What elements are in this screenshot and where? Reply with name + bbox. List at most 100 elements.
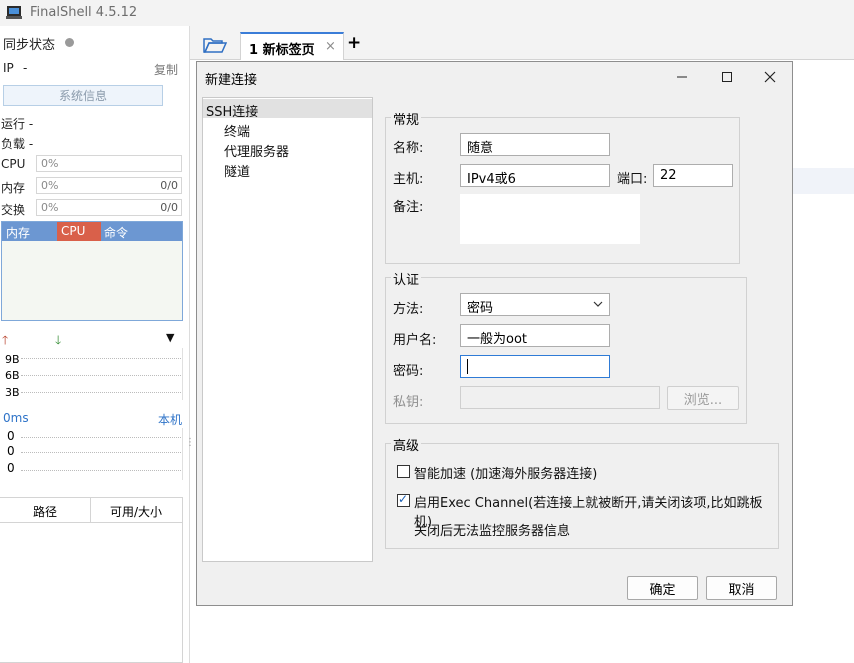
swap-usage-bar: 0% 0/0 [36, 199, 182, 216]
username-input[interactable]: 一般为oot [460, 324, 610, 347]
minimize-button[interactable] [667, 63, 697, 91]
ping-tick: 0 [7, 461, 15, 475]
text-caret [467, 359, 468, 374]
sync-status-label: 同步状态 [3, 38, 56, 53]
host-label: 主机: [393, 172, 424, 187]
server-status-panel: 同步状态 IP - 复制 系统信息 运行 - 负载 - CPU 0% 内存 0%… [0, 26, 190, 663]
ping-latency-label: 0ms [3, 411, 29, 425]
process-col-memory[interactable]: 内存 [6, 224, 30, 241]
disk-table[interactable]: 路径 可用/大小 [0, 497, 183, 663]
auth-group: 认证 方法: 密码 用户名: 一般为oot 密码: 私钥: 浏览... [385, 269, 747, 424]
ok-button[interactable]: 确定 [627, 576, 698, 600]
process-table[interactable]: 内存 CPU 命令 [1, 221, 183, 321]
chevron-down-icon [593, 301, 603, 307]
nav-item-tunnel[interactable]: 隧道 [224, 161, 250, 180]
network-tick: 6B [5, 369, 20, 382]
ping-target-label[interactable]: 本机 [158, 411, 182, 428]
memory-usage-total: 0/0 [160, 179, 178, 192]
auth-method-select[interactable]: 密码 [460, 293, 610, 316]
name-input[interactable]: 随意 [460, 133, 610, 156]
method-label: 方法: [393, 302, 424, 317]
disk-col-path[interactable]: 路径 [33, 503, 57, 520]
general-group: 常规 名称: 随意 主机: IPv4或6 端口: 22 备注: [385, 109, 740, 264]
background-row-highlight [793, 168, 854, 194]
connection-nav-tree: SSH连接 终端 代理服务器 隧道 [202, 97, 373, 562]
app-title: FinalShell 4.5.12 [30, 5, 138, 20]
note-label: 备注: [393, 200, 424, 215]
minimize-icon [677, 76, 687, 78]
network-gridline [21, 375, 181, 376]
memory-usage-value: 0% [41, 179, 59, 192]
ping-gridline [21, 437, 181, 438]
dialog-title: 新建连接 [205, 73, 258, 88]
process-col-command[interactable]: 命令 [104, 224, 128, 241]
cpu-usage-bar: 0% [36, 155, 182, 172]
close-icon [764, 71, 776, 83]
browse-key-button: 浏览... [667, 386, 739, 410]
general-group-title: 常规 [391, 109, 422, 128]
memory-usage-bar: 0% 0/0 [36, 177, 182, 194]
swap-usage-total: 0/0 [160, 201, 178, 214]
uptime-label: 运行 - [1, 117, 34, 131]
new-connection-dialog: 新建连接 SSH连接 终端 代理服务器 隧道 常规 名称: 随意 主机: IPv… [196, 61, 793, 606]
swap-usage-value: 0% [41, 201, 59, 214]
maximize-button[interactable] [712, 63, 742, 91]
panel-splitter[interactable] [189, 26, 190, 663]
advanced-group-title: 高级 [391, 435, 422, 454]
swap-label: 交换 [1, 203, 26, 217]
password-input[interactable] [460, 355, 610, 378]
name-label: 名称: [393, 141, 424, 156]
private-key-label: 私钥: [393, 395, 424, 410]
nav-item-terminal[interactable]: 终端 [224, 121, 250, 140]
exec-channel-note: 关闭后无法监控服务器信息 [414, 524, 571, 539]
auth-method-value: 密码 [467, 301, 494, 316]
host-input[interactable]: IPv4或6 [460, 164, 610, 187]
column-divider [90, 498, 91, 523]
port-label: 端口: [617, 172, 648, 187]
cpu-usage-value: 0% [41, 157, 59, 170]
tab-label: 1 新标签页 [249, 43, 315, 58]
network-tick: 3B [5, 386, 20, 399]
cpu-label: CPU [1, 157, 26, 171]
add-tab-plus-icon[interactable]: + [347, 33, 361, 53]
network-tick: 9B [5, 353, 20, 366]
ip-value: - [23, 61, 28, 75]
nav-item-ssh[interactable]: SSH连接 [206, 101, 258, 120]
network-gridline [21, 358, 181, 359]
copy-ip-button[interactable]: 复制 [154, 61, 178, 78]
smart-accel-checkbox[interactable] [397, 465, 410, 478]
cancel-button[interactable]: 取消 [706, 576, 777, 600]
ip-label: IP [3, 61, 14, 75]
memory-label: 内存 [1, 181, 26, 195]
disk-table-header: 路径 可用/大小 [0, 498, 182, 523]
tab-close-icon[interactable]: × [325, 39, 336, 54]
system-info-button[interactable]: 系统信息 [3, 85, 163, 106]
tab-new-tab[interactable]: 1 新标签页 × [240, 32, 344, 60]
close-dialog-button[interactable] [755, 63, 785, 91]
network-gridline [21, 392, 181, 393]
network-chart: 9B 6B 3B [1, 348, 183, 400]
note-textarea[interactable] [460, 194, 640, 244]
private-key-input [460, 386, 660, 409]
ping-tick: 0 [7, 444, 15, 458]
ping-gridline [21, 470, 181, 471]
smart-accel-label[interactable]: 智能加速 (加速海外服务器连接) [414, 463, 597, 482]
ping-tick: 0 [7, 429, 15, 443]
ping-gridline [21, 452, 181, 453]
nav-item-proxy[interactable]: 代理服务器 [224, 141, 289, 160]
sync-status-dot-icon [65, 38, 74, 47]
maximize-icon [722, 72, 732, 82]
load-label: 负载 - [1, 137, 34, 151]
network-interface-dropdown-icon[interactable]: ▼ [166, 331, 174, 344]
splitter-grip-icon[interactable]: ⋮ [185, 438, 195, 448]
window-titlebar: FinalShell 4.5.12 [0, 0, 854, 26]
port-input[interactable]: 22 [653, 164, 733, 187]
process-table-header: 内存 CPU 命令 [2, 222, 182, 241]
open-folder-icon[interactable] [203, 37, 227, 54]
password-label: 密码: [393, 364, 424, 379]
ping-chart: 0 0 0 [1, 428, 183, 480]
advanced-group: 高级 智能加速 (加速海外服务器连接) 启用Exec Channel(若连接上就… [385, 435, 779, 549]
disk-col-available-size[interactable]: 可用/大小 [110, 503, 162, 520]
process-col-cpu[interactable]: CPU [61, 224, 85, 238]
exec-channel-checkbox[interactable] [397, 492, 410, 507]
